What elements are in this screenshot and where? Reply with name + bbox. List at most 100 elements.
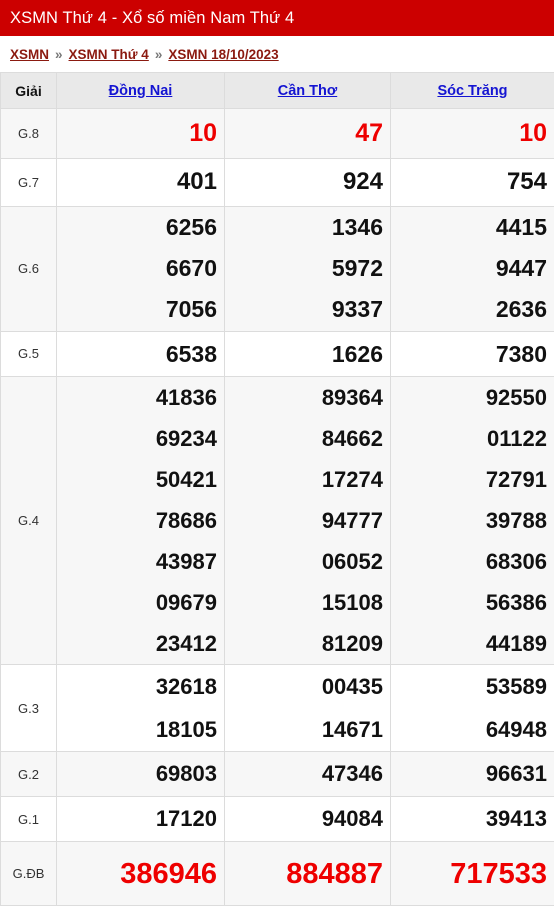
lottery-number: 2636 (391, 289, 547, 330)
lottery-number: 81209 (225, 623, 383, 664)
table-row: G.44183669234504217868643987096792341289… (1, 377, 554, 665)
table-row: G.3326181810500435146715358964948 (1, 665, 554, 752)
numbers-cell-soc-trang-g2: 96631 (391, 752, 554, 797)
lottery-number: 68306 (391, 541, 547, 582)
prize-label-gdb: G.ĐB (1, 842, 57, 906)
lottery-number: 94084 (225, 798, 383, 841)
prize-label-g6: G.6 (1, 206, 57, 331)
prize-label-g1: G.1 (1, 797, 57, 842)
prize-label-g4: G.4 (1, 377, 57, 665)
lottery-number: 9447 (391, 248, 547, 289)
column-header-dong-nai: Đồng Nai (57, 73, 225, 109)
page-title: XSMN Thứ 4 - Xổ số miền Nam Thứ 4 (10, 9, 294, 28)
numbers-cell-can-tho-g7: 924 (225, 158, 391, 206)
lottery-number: 44189 (391, 623, 547, 664)
lottery-number: 23412 (57, 623, 217, 664)
lottery-number: 10 (57, 109, 217, 158)
breadcrumb: XSMN » XSMN Thứ 4 » XSMN 18/10/2023 (0, 36, 554, 72)
lottery-results-page: XSMN Thứ 4 - Xổ số miền Nam Thứ 4 XSMN »… (0, 0, 554, 905)
numbers-cell-soc-trang-g3: 5358964948 (391, 665, 554, 752)
numbers-cell-dong-nai-g5: 6538 (57, 331, 225, 377)
numbers-cell-soc-trang-gdb: 717533 (391, 842, 554, 906)
numbers-cell-dong-nai-g7: 401 (57, 158, 225, 206)
lottery-number: 96631 (391, 753, 547, 796)
lottery-number: 78686 (57, 500, 217, 541)
page-title-bar: XSMN Thứ 4 - Xổ số miền Nam Thứ 4 (0, 0, 554, 36)
lottery-number: 01122 (391, 418, 547, 459)
table-header-row: Giải Đồng Nai Cần Thơ Sóc Trăng (1, 73, 554, 109)
lottery-number: 72791 (391, 459, 547, 500)
lottery-number: 6256 (57, 207, 217, 248)
lottery-number: 17274 (225, 459, 383, 500)
numbers-cell-can-tho-g2: 47346 (225, 752, 391, 797)
lottery-number: 41836 (57, 377, 217, 418)
prize-label-g5: G.5 (1, 331, 57, 377)
breadcrumb-link-xsmn-thu-4[interactable]: XSMN Thứ 4 (69, 47, 149, 62)
numbers-cell-can-tho-gdb: 884887 (225, 842, 391, 906)
table-row: G.1171209408439413 (1, 797, 554, 842)
table-row: G.7401924754 (1, 158, 554, 206)
numbers-cell-dong-nai-g8: 10 (57, 109, 225, 159)
lottery-number: 69803 (57, 753, 217, 796)
column-header-soc-trang: Sóc Trăng (391, 73, 554, 109)
lottery-number: 94777 (225, 500, 383, 541)
lottery-number: 89364 (225, 377, 383, 418)
lottery-number: 06052 (225, 541, 383, 582)
lottery-number: 84662 (225, 418, 383, 459)
lottery-results-table: Giải Đồng Nai Cần Thơ Sóc Trăng G.810471… (0, 72, 554, 906)
numbers-cell-dong-nai-g2: 69803 (57, 752, 225, 797)
province-link-can-tho[interactable]: Cần Thơ (278, 83, 337, 99)
lottery-number: 6538 (57, 332, 217, 377)
column-header-prize: Giải (1, 73, 57, 109)
lottery-number: 1346 (225, 207, 383, 248)
lottery-number: 69234 (57, 418, 217, 459)
lottery-number: 00435 (225, 665, 383, 708)
breadcrumb-separator: » (55, 47, 63, 62)
breadcrumb-link-xsmn[interactable]: XSMN (10, 47, 49, 62)
lottery-number: 14671 (225, 708, 383, 751)
lottery-number: 09679 (57, 582, 217, 623)
table-row: G.ĐB386946884887717533 (1, 842, 554, 906)
lottery-number: 1626 (225, 332, 383, 377)
lottery-number: 5972 (225, 248, 383, 289)
prize-label-g8: G.8 (1, 109, 57, 159)
table-header: Giải Đồng Nai Cần Thơ Sóc Trăng (1, 73, 554, 109)
numbers-cell-can-tho-g3: 0043514671 (225, 665, 391, 752)
lottery-number: 53589 (391, 665, 547, 708)
lottery-number: 39788 (391, 500, 547, 541)
numbers-cell-soc-trang-g7: 754 (391, 158, 554, 206)
prize-label-g7: G.7 (1, 158, 57, 206)
table-body: G.8104710G.7401924754G.66256667070561346… (1, 109, 554, 906)
lottery-number: 56386 (391, 582, 547, 623)
breadcrumb-link-xsmn-date[interactable]: XSMN 18/10/2023 (168, 47, 278, 62)
lottery-number: 7056 (57, 289, 217, 330)
lottery-number: 43987 (57, 541, 217, 582)
numbers-cell-can-tho-g5: 1626 (225, 331, 391, 377)
lottery-number: 386946 (57, 846, 217, 903)
lottery-number: 884887 (225, 846, 383, 903)
column-header-can-tho: Cần Thơ (225, 73, 391, 109)
numbers-cell-soc-trang-g4: 92550011227279139788683065638644189 (391, 377, 554, 665)
lottery-number: 6670 (57, 248, 217, 289)
province-link-dong-nai[interactable]: Đồng Nai (109, 83, 173, 99)
lottery-number: 401 (57, 159, 217, 206)
lottery-number: 10 (391, 109, 547, 158)
numbers-cell-can-tho-g6: 134659729337 (225, 206, 391, 331)
lottery-number: 47346 (225, 753, 383, 796)
lottery-number: 754 (391, 159, 547, 206)
numbers-cell-soc-trang-g6: 441594472636 (391, 206, 554, 331)
numbers-cell-dong-nai-g4: 41836692345042178686439870967923412 (57, 377, 225, 665)
numbers-cell-dong-nai-gdb: 386946 (57, 842, 225, 906)
lottery-number: 32618 (57, 665, 217, 708)
numbers-cell-can-tho-g1: 94084 (225, 797, 391, 842)
lottery-number: 4415 (391, 207, 547, 248)
prize-label-g2: G.2 (1, 752, 57, 797)
numbers-cell-dong-nai-g6: 625666707056 (57, 206, 225, 331)
lottery-number: 39413 (391, 798, 547, 841)
lottery-number: 17120 (57, 798, 217, 841)
lottery-number: 18105 (57, 708, 217, 751)
prize-label-g3: G.3 (1, 665, 57, 752)
province-link-soc-trang[interactable]: Sóc Trăng (437, 83, 507, 99)
numbers-cell-dong-nai-g1: 17120 (57, 797, 225, 842)
lottery-number: 47 (225, 109, 383, 158)
